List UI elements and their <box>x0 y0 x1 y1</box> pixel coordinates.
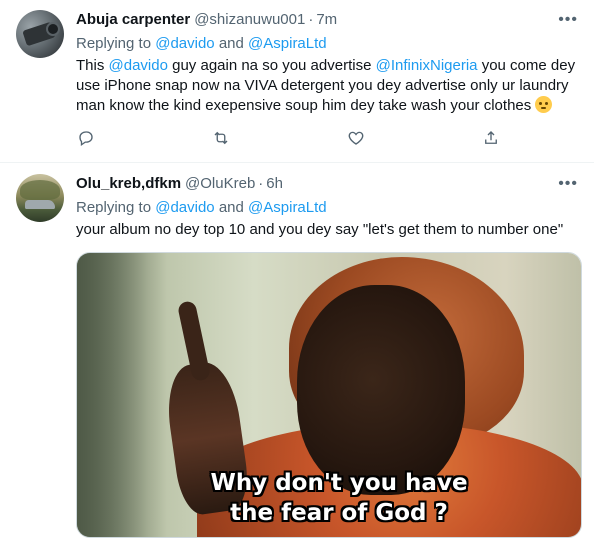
tweet-text-part: guy again na so you advertise <box>167 57 376 74</box>
tweet[interactable]: Abuja carpenter @shizanuwu001 · 7m ••• R… <box>0 0 594 163</box>
tweet-actions <box>76 128 501 148</box>
replying-to-line: Replying to @davido and @AspiraLtd <box>76 198 578 218</box>
tweet-text-part: This <box>76 57 109 74</box>
tweet[interactable]: Olu_kreb,dfkm @OluKreb · 6h ••• Replying… <box>0 163 594 539</box>
replying-and: and <box>218 199 244 216</box>
tweet-content: Olu_kreb,dfkm @OluKreb · 6h ••• Replying… <box>76 174 582 539</box>
separator-dot: · <box>258 175 264 192</box>
reply-icon[interactable] <box>76 128 96 148</box>
tweet-timestamp[interactable]: 7m <box>316 10 337 30</box>
mention-link[interactable]: @davido <box>109 57 168 74</box>
tweet-text: your album no dey top 10 and you dey say… <box>76 221 564 238</box>
like-icon[interactable] <box>346 128 366 148</box>
replying-to-line: Replying to @davido and @AspiraLtd <box>76 34 578 54</box>
avatar-column <box>16 10 64 162</box>
mention-link[interactable]: @AspiraLtd <box>248 35 327 52</box>
more-horizontal-icon[interactable]: ••• <box>558 12 578 28</box>
avatar-column <box>16 174 64 539</box>
mention-link[interactable]: @InfinixNigeria <box>376 57 478 74</box>
replying-label: Replying to <box>76 199 152 216</box>
tweet-text: This @davido guy again na so you adverti… <box>76 56 578 116</box>
tweet-content: Abuja carpenter @shizanuwu001 · 7m ••• R… <box>76 10 578 162</box>
replying-label: Replying to <box>76 35 152 52</box>
author-name[interactable]: Olu_kreb,dfkm <box>76 174 181 194</box>
mention-link[interactable]: @davido <box>155 35 214 52</box>
avatar-tree-shape <box>20 180 60 200</box>
avatar[interactable] <box>16 174 64 222</box>
share-icon[interactable] <box>481 128 501 148</box>
mention-link[interactable]: @davido <box>155 199 214 216</box>
tweet-header: Abuja carpenter @shizanuwu001 · 7m <box>76 10 578 30</box>
mention-link[interactable]: @AspiraLtd <box>248 199 327 216</box>
meme-caption-line: Why don't you have <box>210 470 468 496</box>
replying-and: and <box>218 35 244 52</box>
separator-dot: · <box>308 11 314 28</box>
more-horizontal-icon[interactable]: ••• <box>558 176 578 192</box>
tweet-media-image[interactable]: Why don't you have the fear of God ? <box>76 252 582 538</box>
avatar-lens-shape <box>46 22 60 36</box>
avatar[interactable] <box>16 10 64 58</box>
tweet-timestamp[interactable]: 6h <box>266 174 283 194</box>
image-face-shape <box>297 285 465 495</box>
tweet-header: Olu_kreb,dfkm @OluKreb · 6h <box>76 174 578 194</box>
author-handle[interactable]: @shizanuwu001 <box>194 10 305 30</box>
author-name[interactable]: Abuja carpenter <box>76 10 190 30</box>
meme-caption-line: the fear of God ? <box>230 500 448 526</box>
avatar-car-shape <box>25 200 55 209</box>
retweet-icon[interactable] <box>211 128 231 148</box>
author-handle[interactable]: @OluKreb <box>185 174 255 194</box>
face-with-rolling-eyes-emoji-icon <box>535 96 553 113</box>
